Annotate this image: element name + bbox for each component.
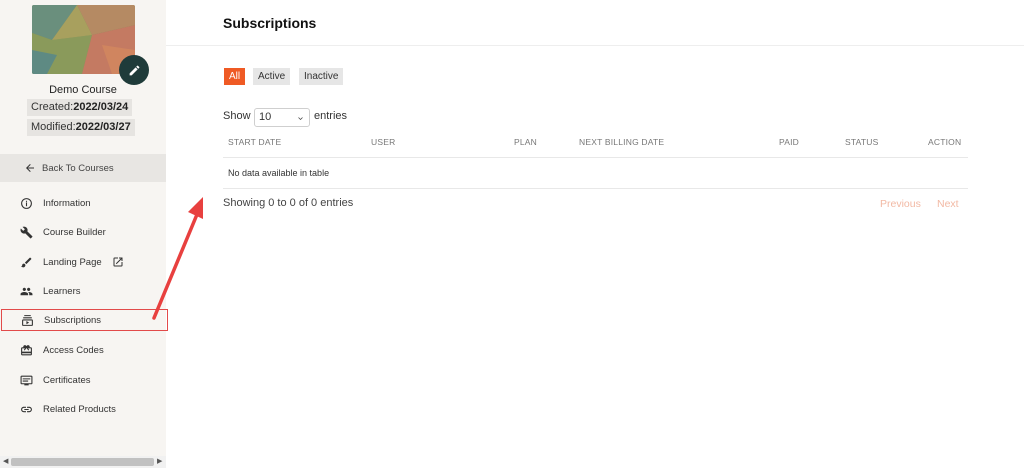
brush-icon [19,255,33,269]
table-info-text: Showing 0 to 0 of 0 entries [223,197,354,209]
table-empty-message: No data available in table [228,168,330,178]
table-bottom-divider [223,188,968,189]
created-label: Created: [31,101,74,113]
certificate-icon [19,373,33,387]
sidebar-item-subscriptions[interactable]: Subscriptions [1,309,168,331]
sidebar-item-related-products[interactable]: Related Products [0,398,166,420]
modified-date-badge: Modified:2022/03/27 [27,119,135,136]
back-to-courses-label: Back To Courses [42,162,114,174]
sidebar-item-certificates[interactable]: Certificates [0,369,166,391]
modified-date: 2022/03/27 [75,121,131,133]
sidebar-item-label: Information [43,197,91,209]
sidebar-item-course-builder[interactable]: Course Builder [0,221,166,243]
sidebar-item-information[interactable]: Information [0,192,166,214]
app-window: Demo Course Created:2022/03/24 Modified:… [0,0,1024,468]
column-header-status[interactable]: STATUS [845,137,878,147]
chevron-down-icon [298,117,303,120]
column-header-action[interactable]: ACTION [928,137,961,147]
back-to-courses-button[interactable]: Back To Courses [0,154,166,182]
people-icon [19,284,33,298]
entries-per-page-select[interactable]: 10 [254,108,310,127]
sidebar-item-label: Related Products [43,403,116,415]
ticket-icon [19,343,33,357]
column-header-next-billing-date[interactable]: NEXT BILLING DATE [579,137,664,147]
main-header: Subscriptions [166,0,1024,46]
sidebar-item-label: Course Builder [43,226,106,238]
course-name: Demo Course [49,84,117,96]
edit-course-button[interactable] [119,55,149,85]
filter-all-button[interactable]: All [224,68,246,85]
sidebar-item-landing-page[interactable]: Landing Page [0,251,166,273]
scroll-left-icon[interactable]: ◀ [3,458,8,466]
created-date-badge: Created:2022/03/24 [27,99,133,116]
scroll-right-icon[interactable]: ▶ [157,458,162,466]
created-date: 2022/03/24 [73,101,129,113]
column-header-user[interactable]: USER [371,137,395,147]
column-header-paid[interactable]: PAID [779,137,799,147]
info-icon [19,196,33,210]
entries-value: 10 [259,111,272,123]
subscriptions-icon [20,313,34,327]
page-title: Subscriptions [223,15,317,31]
filter-inactive-button[interactable]: Inactive [299,68,344,85]
wrench-icon [19,225,33,239]
external-link-icon[interactable] [112,256,124,268]
column-header-plan[interactable]: PLAN [514,137,537,147]
sidebar-item-label: Landing Page [43,256,102,268]
scrollbar-thumb[interactable] [11,458,154,466]
arrow-left-icon [26,164,34,172]
link-icon [19,402,33,416]
next-page-button[interactable]: Next [937,198,959,210]
sidebar: Demo Course Created:2022/03/24 Modified:… [0,0,168,468]
entries-label: entries [314,110,348,122]
sidebar-item-label: Access Codes [43,344,104,356]
table-header-divider [223,157,968,158]
column-header-start-date[interactable]: START DATE [228,137,281,147]
sidebar-horizontal-scrollbar[interactable]: ◀ ▶ [0,456,166,468]
sidebar-item-label: Learners [43,285,81,297]
sidebar-item-label: Certificates [43,374,91,386]
modified-label: Modified: [31,121,76,133]
pencil-icon [129,65,139,75]
sidebar-item-label: Subscriptions [44,314,102,326]
sidebar-item-access-codes[interactable]: Access Codes [0,339,166,361]
previous-page-button[interactable]: Previous [880,198,921,210]
filter-active-button[interactable]: Active [253,68,291,85]
sidebar-item-learners[interactable]: Learners [0,280,166,302]
show-label: Show [223,110,251,122]
